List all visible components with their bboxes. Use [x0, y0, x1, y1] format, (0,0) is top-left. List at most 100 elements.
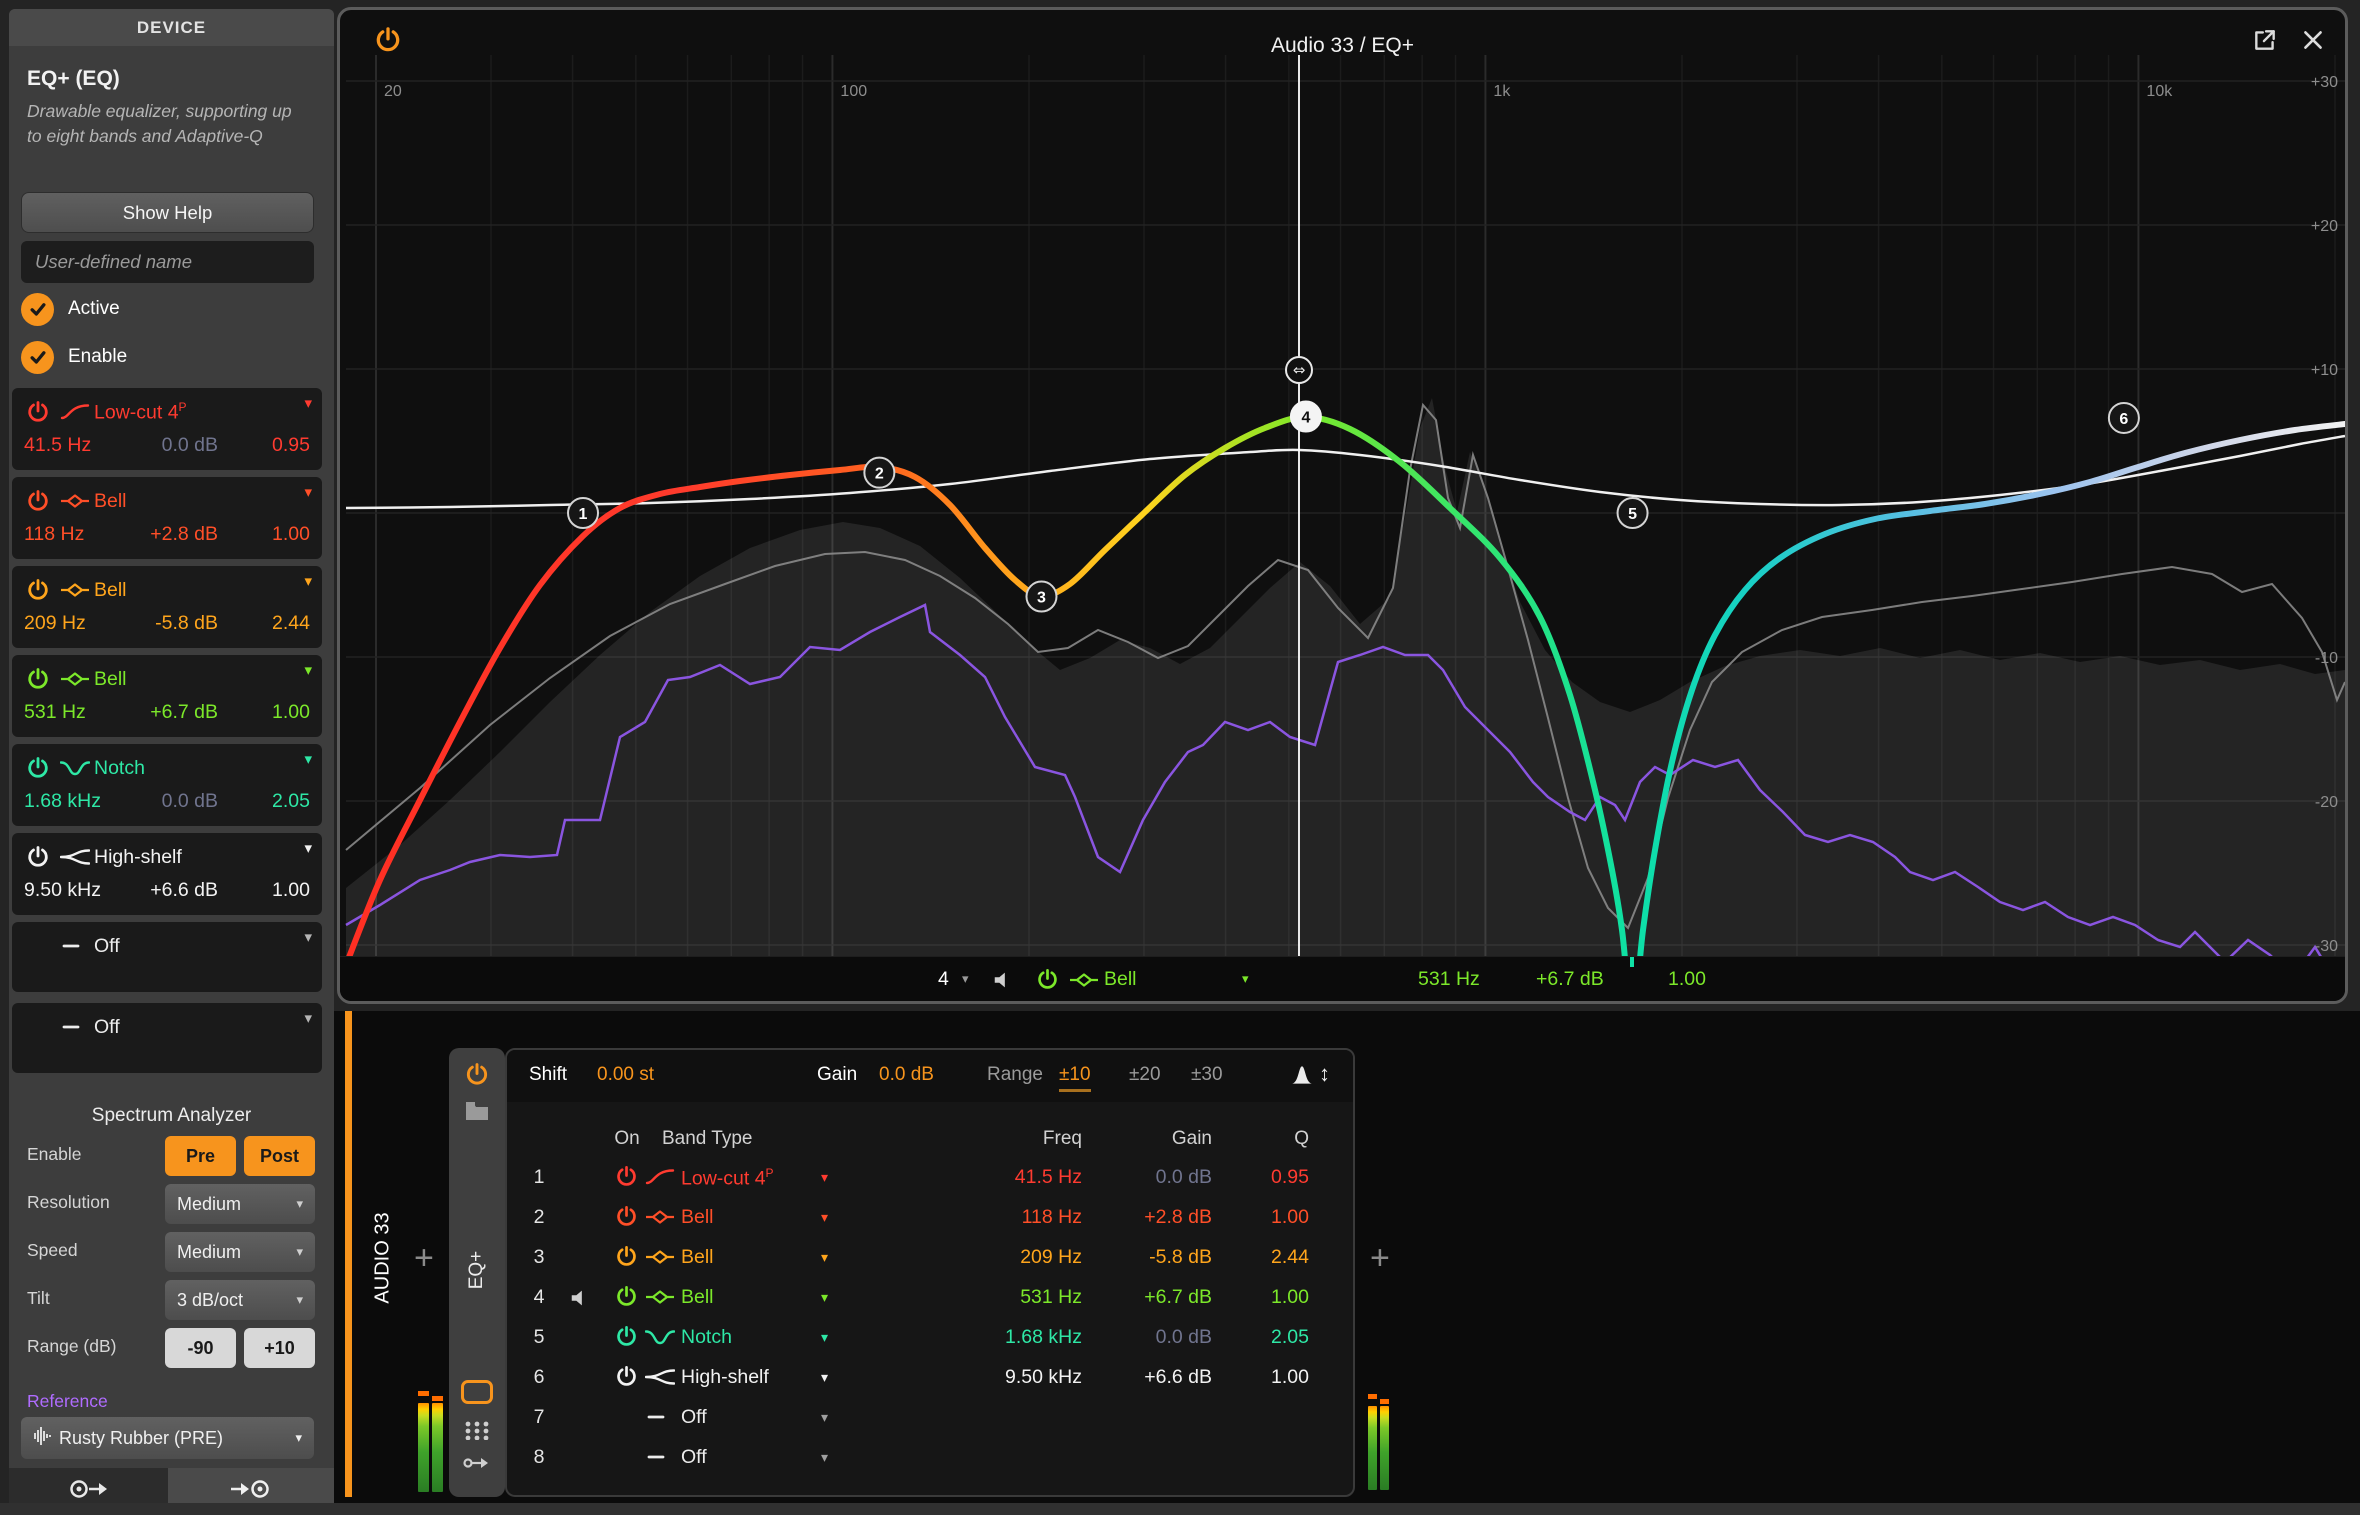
band-q-value[interactable]: 2.05 [272, 790, 310, 813]
band-type-value[interactable]: Bell [681, 1286, 714, 1309]
band-table-row-6[interactable]: 6 High-shelf ▾ 9.50 kHz +6.6 dB 1.00 [507, 1358, 1353, 1398]
band-card-6[interactable]: High-shelf ▾ 9.50 kHz +6.6 dB 1.00 [12, 833, 322, 915]
band-table-row-1[interactable]: 1 Low-cut 4P ▾ 41.5 Hz 0.0 dB 0.95 [507, 1158, 1353, 1198]
band-q-value[interactable]: 1.00 [1227, 1206, 1309, 1229]
band-type-value[interactable]: Off [681, 1406, 707, 1429]
chevron-down-icon[interactable]: ▾ [304, 661, 312, 679]
band-card-7[interactable]: Off ▾ [12, 922, 322, 992]
band-gain-value[interactable]: -5.8 dB [1097, 1246, 1212, 1269]
range-option-30[interactable]: ±30 [1191, 1064, 1223, 1089]
band-power-icon[interactable] [26, 489, 50, 513]
band-power-icon[interactable] [615, 1245, 638, 1268]
chevron-down-icon[interactable]: ▾ [304, 394, 312, 412]
band-power-icon[interactable] [615, 1365, 638, 1388]
band-freq-value[interactable]: 118 Hz [937, 1206, 1082, 1229]
band-q-value[interactable]: 2.44 [1227, 1246, 1309, 1269]
band-gain-value[interactable]: +6.7 dB [150, 701, 218, 724]
band-table-row-4[interactable]: 4 Bell ▾ 531 Hz +6.7 dB 1.00 [507, 1278, 1353, 1318]
band-gain-value[interactable]: +2.8 dB [150, 523, 218, 546]
eq-curve-plot[interactable]: ⇔ 1 2 3 4 5 6 20 100 1k 10k +30 +20 +10 -10 -20 -30 [340, 10, 2345, 956]
band-q-value[interactable]: 1.00 [1668, 968, 1706, 991]
band-type-value[interactable]: Bell [681, 1246, 714, 1269]
band-table-row-3[interactable]: 3 Bell ▾ 209 Hz -5.8 dB 2.44 [507, 1238, 1353, 1278]
device-name-input[interactable]: User-defined name [21, 241, 314, 283]
band-table-row-5[interactable]: 5 Notch ▾ 1.68 kHz 0.0 dB 2.05 [507, 1318, 1353, 1358]
band-q-value[interactable]: 2.05 [1227, 1326, 1309, 1349]
band-q-value[interactable]: 0.95 [272, 434, 310, 457]
band-type-chevron-icon[interactable]: ▾ [821, 1209, 828, 1226]
band-gain-value[interactable]: -5.8 dB [155, 612, 218, 635]
band-freq-value[interactable]: 1.68 kHz [24, 790, 101, 813]
chevron-down-icon[interactable]: ▾ [304, 1009, 312, 1027]
band-freq-value[interactable]: 41.5 Hz [937, 1166, 1082, 1189]
plus10-button[interactable]: +10 [244, 1328, 315, 1368]
band-card-1[interactable]: Low-cut 4P ▾ 41.5 Hz 0.0 dB 0.95 [12, 388, 322, 470]
band-card-3[interactable]: Bell ▾ 209 Hz -5.8 dB 2.44 [12, 566, 322, 648]
band-type-chevron-icon[interactable]: ▾ [821, 1449, 828, 1466]
track-name[interactable]: AUDIO 33 [372, 1212, 395, 1303]
chevron-down-icon[interactable]: ▾ [304, 750, 312, 768]
band-power-icon[interactable] [26, 578, 50, 602]
range-option-20[interactable]: ±20 [1129, 1064, 1161, 1089]
band-freq-value[interactable]: 209 Hz [937, 1246, 1082, 1269]
device-power-icon[interactable] [465, 1062, 490, 1092]
band-freq-value[interactable]: 209 Hz [24, 612, 86, 635]
band-freq-value[interactable]: 531 Hz [1418, 968, 1480, 991]
band-q-value[interactable]: 1.00 [1227, 1366, 1309, 1389]
band-table-row-8[interactable]: 8 Off ▾ [507, 1438, 1353, 1478]
speed-dropdown[interactable]: Medium ▾ [165, 1232, 315, 1272]
band-q-value[interactable]: 0.95 [1227, 1166, 1309, 1189]
band-freq-value[interactable]: 531 Hz [24, 701, 86, 724]
chevron-down-icon[interactable]: ▾ [304, 483, 312, 501]
band-marker-4[interactable]: 4 [1289, 400, 1322, 433]
band-power-icon[interactable] [26, 667, 50, 691]
band-card-2[interactable]: Bell ▾ 118 Hz +2.8 dB 1.00 [12, 477, 322, 559]
expand-grid-icon[interactable] [464, 1420, 490, 1445]
band-q-value[interactable]: 1.00 [1227, 1286, 1309, 1309]
band-q-value[interactable]: 1.00 [272, 701, 310, 724]
band-q-value[interactable]: 1.00 [272, 523, 310, 546]
band-type-value[interactable]: Low-cut 4P [681, 1166, 774, 1191]
band-q-value[interactable]: 2.44 [272, 612, 310, 635]
band-card-8[interactable]: Off ▾ [12, 1003, 322, 1073]
add-device-left-button[interactable]: + [414, 1239, 434, 1278]
band-type-chevron-icon[interactable]: ▾ [821, 1329, 828, 1346]
show-help-button[interactable]: Show Help [21, 192, 314, 233]
band-gain-value[interactable]: +6.7 dB [1097, 1286, 1212, 1309]
vertical-zoom-icon[interactable]: ↕ [1319, 1061, 1330, 1087]
band-marker-3[interactable]: 3 [1025, 580, 1058, 613]
band-gain-value[interactable]: 0.0 dB [1097, 1166, 1212, 1189]
post-button[interactable]: Post [244, 1136, 315, 1176]
band-q-value[interactable]: 1.00 [272, 879, 310, 902]
band-power-icon[interactable] [615, 1205, 638, 1228]
solo-speaker-icon[interactable] [992, 969, 1014, 997]
band-type-chevron-icon[interactable]: ▾ [821, 1409, 828, 1426]
remote-controls-icon[interactable] [461, 1380, 493, 1404]
output-chain-icon[interactable] [463, 1452, 491, 1479]
band-type-chevron-icon[interactable]: ▾ [821, 1289, 828, 1306]
band-type-value[interactable]: High-shelf [681, 1366, 769, 1389]
band-marker-5[interactable]: 5 [1616, 497, 1649, 529]
band-freq-value[interactable]: 531 Hz [937, 1286, 1082, 1309]
device-tab-label[interactable]: EQ+ [466, 1251, 488, 1290]
band-type-chevron-icon[interactable]: ▾ [821, 1249, 828, 1266]
band-marker-2[interactable]: 2 [863, 456, 896, 489]
band-freq-value[interactable]: 118 Hz [24, 523, 84, 546]
band-gain-value[interactable]: 0.0 dB [1097, 1326, 1212, 1349]
band-type-chevron-icon[interactable]: ▾ [1242, 971, 1249, 987]
band-select-chevron-icon[interactable]: ▾ [962, 971, 969, 987]
reference-selector[interactable]: Rusty Rubber (PRE) ▾ [21, 1417, 314, 1459]
band-freq-value[interactable]: 1.68 kHz [937, 1326, 1082, 1349]
band-power-icon[interactable] [615, 1165, 638, 1188]
band-gain-value[interactable]: +6.7 dB [1536, 968, 1604, 991]
band-type-value[interactable]: Notch [681, 1326, 732, 1349]
gain-value[interactable]: 0.0 dB [879, 1064, 934, 1086]
presets-folder-icon[interactable] [464, 1100, 490, 1127]
band-type-value[interactable]: Bell [681, 1206, 714, 1229]
band-type-value[interactable]: Bell [1104, 968, 1137, 991]
band-power-icon[interactable] [26, 400, 50, 424]
chevron-down-icon[interactable]: ▾ [304, 839, 312, 857]
band-type-chevron-icon[interactable]: ▾ [821, 1369, 828, 1386]
band-table-row-7[interactable]: 7 Off ▾ [507, 1398, 1353, 1438]
minus90-button[interactable]: -90 [165, 1328, 236, 1368]
